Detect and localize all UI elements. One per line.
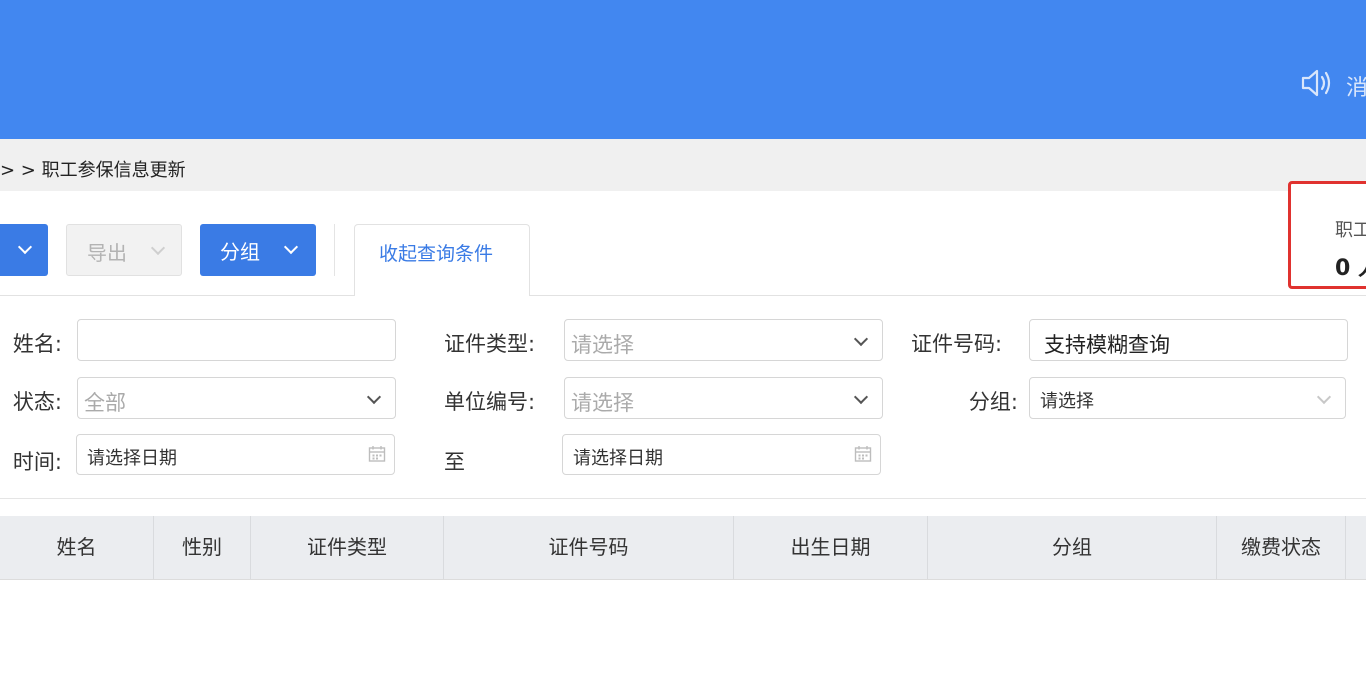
calendar-icon (854, 446, 872, 462)
stat-card: 职工 0 人 (1288, 181, 1366, 289)
id-number-input-value: 支持模糊查询 (1044, 333, 1170, 357)
chevron-down-icon (853, 389, 869, 405)
group-button-label: 分组 (220, 240, 260, 264)
export-button-label: 导出 (87, 241, 127, 265)
name-label: 姓名: (12, 332, 62, 356)
id-type-label: 证件类型: (444, 332, 536, 356)
group-button[interactable]: 分组 (200, 224, 316, 276)
date-to-picker-value: 请选择日期 (573, 448, 663, 469)
column-header-group[interactable]: 分组 (928, 516, 1216, 579)
tab-collapse-query-label: 收起查询条件 (379, 243, 494, 265)
stat-card-label: 职工 (1335, 220, 1366, 241)
chevron-down-icon (283, 239, 299, 255)
chevron-down-icon (17, 239, 33, 255)
status-select[interactable]: 全部 (77, 377, 396, 419)
export-button[interactable]: 导出 (66, 224, 182, 276)
group-filter-select-value: 请选择 (1040, 391, 1094, 412)
tab-underline (0, 295, 1366, 296)
id-number-input[interactable]: 支持模糊查询 (1029, 319, 1348, 361)
column-header-name[interactable]: 姓名 (0, 516, 153, 579)
stat-card-value: 0 人 (1335, 256, 1366, 281)
name-input[interactable] (77, 319, 396, 361)
unit-number-select[interactable]: 请选择 (564, 377, 883, 419)
date-to-picker[interactable]: 请选择日期 (562, 434, 881, 475)
tab-collapse-query[interactable]: 收起查询条件 (354, 224, 530, 296)
id-type-select-value: 请选择 (571, 333, 634, 357)
date-from-picker[interactable]: 请选择日期 (76, 434, 395, 475)
status-select-value: 全部 (84, 391, 126, 415)
form-divider (0, 498, 1366, 499)
id-type-select[interactable]: 请选择 (564, 319, 883, 361)
column-header-gender[interactable]: 性别 (154, 516, 250, 579)
unit-number-select-value: 请选择 (571, 391, 634, 415)
calendar-icon (368, 446, 386, 462)
group-filter-label: 分组: (968, 390, 1018, 414)
chevron-down-icon (1316, 389, 1332, 405)
chevron-down-icon (150, 240, 166, 256)
to-label: 至 (444, 450, 465, 474)
breadcrumb-bar (0, 139, 1366, 191)
date-from-picker-value: 请选择日期 (87, 448, 177, 469)
chevron-down-icon (366, 389, 382, 405)
group-filter-select[interactable]: 请选择 (1029, 377, 1346, 419)
breadcrumb: > > 职工参保信息更新 (0, 160, 186, 181)
header-message-link[interactable]: 消 (1346, 70, 1366, 102)
speaker-icon[interactable] (1300, 68, 1334, 98)
chevron-down-icon (853, 331, 869, 347)
unit-number-label: 单位编号: (444, 390, 536, 414)
status-label: 状态: (12, 390, 62, 414)
dropdown-button[interactable] (0, 224, 48, 276)
column-divider (1345, 516, 1346, 579)
column-header-birth-date[interactable]: 出生日期 (734, 516, 927, 579)
column-header-id-type[interactable]: 证件类型 (251, 516, 443, 579)
time-label: 时间: (12, 450, 62, 474)
column-header-payment-status[interactable]: 缴费状态 (1217, 516, 1345, 579)
toolbar-divider (334, 224, 335, 276)
column-header-id-number[interactable]: 证件号码 (444, 516, 733, 579)
table-header: 姓名 性别 证件类型 证件号码 出生日期 分组 缴费状态 (0, 516, 1366, 580)
id-number-label: 证件号码: (911, 332, 1003, 356)
top-header (0, 0, 1366, 139)
